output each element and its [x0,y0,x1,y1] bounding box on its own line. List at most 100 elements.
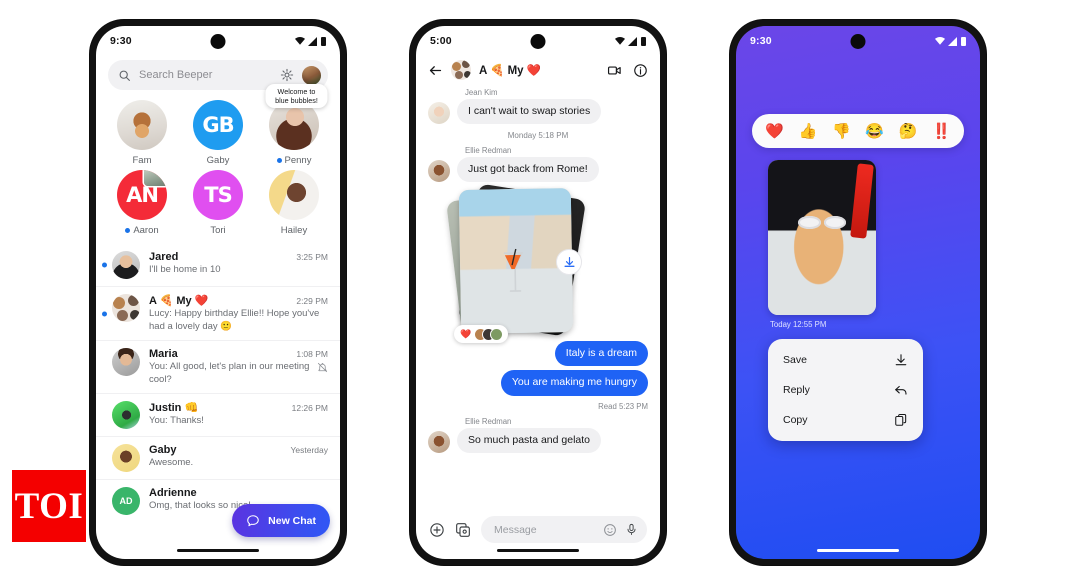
pinned-contact-tori[interactable]: TS Tori [180,170,256,236]
label-text: Tori [210,225,226,236]
pinned-contact-label: Fam [133,155,152,166]
chat-row-maria[interactable]: Maria 1:08 PM You: All good, let's plan … [96,340,340,393]
row-top: Jared 3:25 PM [149,251,328,263]
message-reaction-chip[interactable]: ❤️ [454,325,509,344]
screenshot-stage: TOI 9:30 Search Beeper Fam GB Gaby Welco… [0,0,1069,580]
preview-text: Awesome. [149,457,194,469]
row-top: Justin 👊 12:26 PM [149,401,328,414]
status-icons [935,36,966,46]
back-arrow-icon[interactable] [428,63,443,78]
message-input[interactable]: Message [494,524,595,536]
chat-row-jared[interactable]: Jared 3:25 PM I'll be home in 10 [96,244,340,286]
label-text: Aaron [133,225,159,236]
message-bubble[interactable]: Just got back from Rome! [457,157,599,183]
row-body: Gaby Yesterday Awesome. [149,444,328,470]
new-chat-label: New Chat [268,514,316,527]
message-composer: Message [416,516,660,543]
pinned-contact-aaron[interactable]: AN Aaron [104,170,180,236]
camera-punch-hole [850,34,866,49]
pinned-contact-label: Gaby [207,155,230,166]
signal-icon [628,36,637,46]
search-input[interactable]: Search Beeper [139,69,272,81]
status-icons [295,36,326,46]
plus-icon[interactable] [429,522,445,538]
message-input-field[interactable]: Message [481,516,647,543]
story-badge [144,170,167,186]
chat-name: Jared [149,251,179,263]
phone-2-screen: 5:00 A 🍕 My ❤️ Jean Kim I can't wait to … [416,26,660,559]
microphone-icon[interactable] [625,523,638,536]
chat-row-gaby[interactable]: Gaby Yesterday Awesome. [96,436,340,479]
menu-label: Reply [783,384,810,396]
message-bubble[interactable]: I can't wait to swap stories [457,99,602,125]
sunglasses-shape [798,215,847,229]
reaction-thinking[interactable]: 🤔 [899,124,918,139]
avatar [428,430,450,453]
context-menu: Save Reply Copy [768,339,923,441]
toi-watermark: TOI [12,470,86,542]
chat-name: Maria [149,348,178,361]
emoji-icon[interactable] [603,523,617,537]
dog-photo-message[interactable] [768,160,876,315]
avatar [112,251,140,279]
pinned-contact-hailey[interactable]: Hailey [256,170,332,236]
chat-name: Justin 👊 [149,402,199,415]
avatar-initials: TS [204,183,232,207]
phone-3-reactions: 9:30 ❤️ 👍 👎 😂 🤔 ‼️ Today 12:55 PM Save R… [730,20,986,565]
message-bubble-outgoing[interactable]: Italy is a dream [554,341,648,367]
chat-name: Gaby [149,444,177,457]
online-dot-icon [125,228,131,233]
status-time: 9:30 [110,35,132,47]
copy-icon [895,413,907,426]
group-avatar[interactable] [451,60,471,80]
download-button[interactable] [556,249,582,276]
preview-text: I'll be home in 10 [149,264,221,275]
row-body: Justin 👊 12:26 PM You: Thanks! [149,401,328,428]
context-menu-item-reply[interactable]: Reply [768,375,923,405]
message-sender: Jean Kim [465,88,498,97]
photo-stack-message[interactable]: ❤️ [446,183,600,344]
chat-row-a-my[interactable]: A 🍕 My ❤️ 2:29 PM Lucy: Happy birthday E… [96,286,340,340]
avatar-initials: AD [112,487,140,516]
profile-avatar[interactable] [302,65,321,85]
reaction-thumbs-up[interactable]: 👍 [799,124,818,139]
spritz-glass-icon [504,248,524,292]
reaction-exclamation[interactable]: ‼️ [932,124,951,139]
avatar [117,100,167,150]
camera-punch-hole [210,34,226,49]
avatar [269,170,319,220]
video-call-icon[interactable] [607,63,622,78]
context-menu-item-copy[interactable]: Copy [768,405,923,435]
battery-icon [641,36,646,46]
label-text: Gaby [206,155,230,166]
avatar: TS [193,170,243,220]
reaction-laughing[interactable]: 😂 [865,124,884,139]
unread-dot-icon [102,262,107,268]
message-bubble-outgoing[interactable]: You are making me hungry [500,370,648,396]
wifi-icon [935,37,945,45]
conversation-title[interactable]: A 🍕 My ❤️ [479,63,541,77]
avatar [428,160,450,183]
battery-icon [321,36,326,46]
chat-time: 1:08 PM [296,349,328,360]
phone-3-screen: 9:30 ❤️ 👍 👎 😂 🤔 ‼️ Today 12:55 PM Save R… [736,26,980,559]
context-menu-item-save[interactable]: Save [768,345,923,375]
pinned-contact-fam[interactable]: Fam [104,100,180,166]
chat-row-justin[interactable]: Justin 👊 12:26 PM You: Thanks! [96,393,340,436]
pinned-contact-gaby[interactable]: GB Gaby [180,100,256,166]
wifi-icon [295,37,305,45]
pinned-contact-penny[interactable]: Welcome to blue bubbles! Penny [256,84,332,166]
gear-icon[interactable] [280,68,294,82]
row-top: Adrienne [149,487,328,499]
message-sender: Ellie Redman [465,146,512,156]
preview-text: You: Thanks! [149,415,204,427]
message-bubble[interactable]: So much pasta and gelato [457,427,602,453]
reaction-thumbs-down[interactable]: 👎 [832,124,851,139]
new-chat-button[interactable]: New Chat [232,504,330,537]
reaction-heart[interactable]: ❤️ [765,124,784,139]
chat-time: 12:26 PM [291,403,328,414]
home-indicator [177,548,259,552]
avatar: AN [117,170,167,220]
gallery-camera-icon[interactable] [455,522,471,538]
info-icon[interactable] [633,63,648,78]
